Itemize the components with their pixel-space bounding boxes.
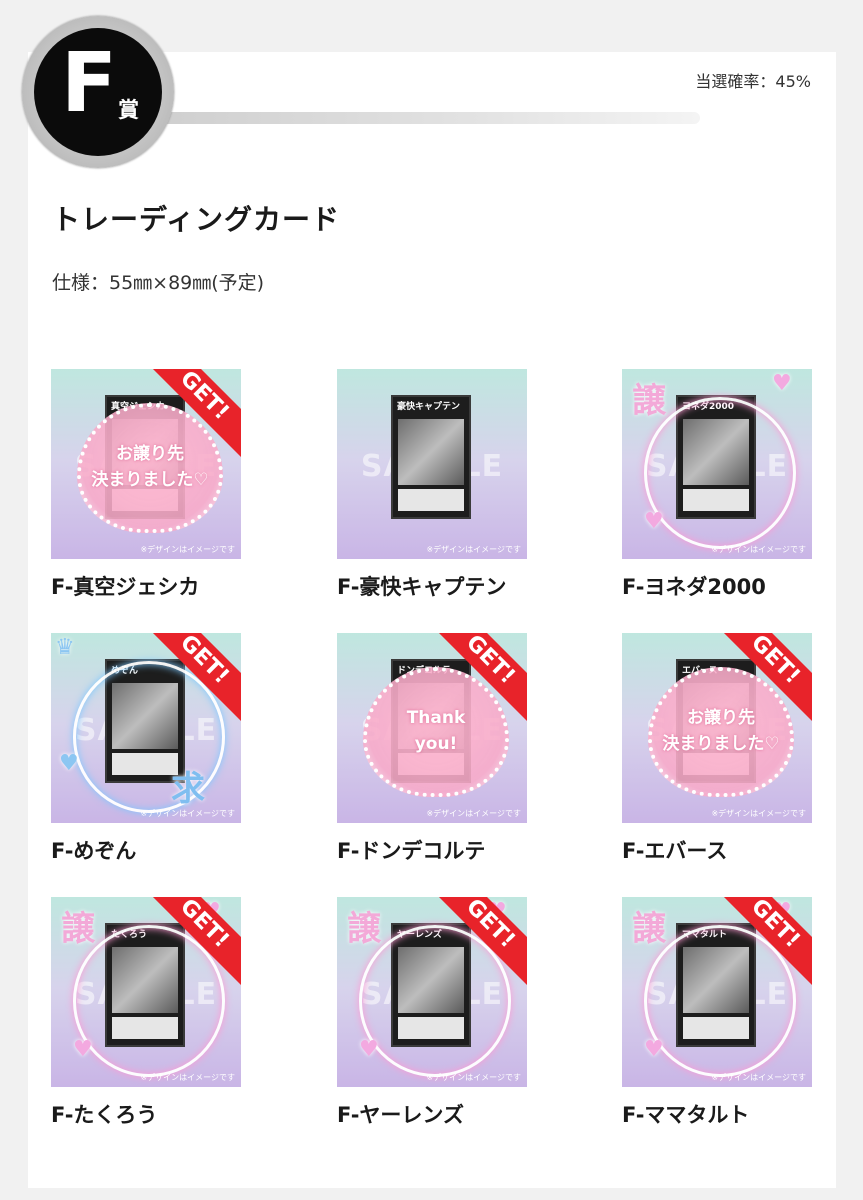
design-note: ※デザインはイメージです [426,545,521,554]
design-note: ※デザインはイメージです [711,1073,806,1082]
card-thumbnail[interactable]: SAMPLE豪快キャプテン※デザインはイメージです [337,369,527,559]
card-label: F-たくろう [51,1103,158,1127]
heart-stamp-line: お譲り先 [116,444,184,464]
trading-card-title: 豪快キャプテン [397,402,461,412]
card-label: F-エバース [622,839,728,863]
card-label: F-ヨネダ2000 [622,575,766,599]
heart-stamp-line: 決まりました♡ [662,734,780,754]
heart-stamp-line: you! [414,734,458,754]
card-label: F-ママタルト [622,1103,750,1127]
prize-suffix: 賞 [118,98,139,122]
card-thumbnail[interactable]: SAMPLEエバースお譲り先決まりました♡GET!※デザインはイメージです [622,633,812,823]
card-item[interactable]: SAMPLEヨネダ2000譲♥♥※デザインはイメージですF-ヨネダ2000 [622,369,812,601]
neon-ring [644,925,796,1077]
card-thumbnail[interactable]: SAMPLEヤーレンズ譲♥♥GET!※デザインはイメージです [337,897,527,1087]
status-kanji: 譲 [632,909,666,949]
card-label: F-豪快キャプテン [337,575,507,599]
item-title: トレーディングカード [52,203,341,236]
card-thumbnail[interactable]: SAMPLEたくろう譲♥♥GET!※デザインはイメージです [51,897,241,1087]
heart-stamp-line: お譲り先 [687,708,755,728]
card-thumbnail[interactable]: SAMPLEドンデコルテThankyou!GET!※デザインはイメージです [337,633,527,823]
card-label: F-真空ジェシカ [51,575,200,599]
design-note: ※デザインはイメージです [140,1073,235,1082]
heart-icon: ♥ [59,751,79,776]
design-note: ※デザインはイメージです [140,545,235,554]
card-thumbnail[interactable]: SAMPLEヨネダ2000譲♥♥※デザインはイメージです [622,369,812,559]
prize-letter: F [60,36,117,131]
trading-card-info [398,489,464,511]
design-note: ※デザインはイメージです [426,1073,521,1082]
heart-stamp: お譲り先決まりました♡ [648,667,794,797]
win-rate: 当選確率：45% [695,72,811,91]
trading-card-photo [398,419,464,485]
header-rule [156,112,700,124]
heart-stamp: お譲り先決まりました♡ [77,403,223,533]
prize-badge: F 賞 [22,16,174,168]
design-note: ※デザインはイメージです [426,809,521,818]
heart-stamp-text: お譲り先決まりました♡ [81,441,219,493]
design-note: ※デザインはイメージです [711,545,806,554]
card-thumbnail[interactable]: SAMPLEめぞん求♥♥♛GET!※デザインはイメージです [51,633,241,823]
status-kanji: 譲 [347,909,381,949]
heart-icon: ♥ [359,1037,379,1062]
card-item[interactable]: SAMPLE豪快キャプテン※デザインはイメージですF-豪快キャプテン [337,369,527,601]
crown-icon: ♛ [55,635,75,660]
card-item[interactable]: SAMPLEエバースお譲り先決まりました♡GET!※デザインはイメージですF-エ… [622,633,812,865]
design-note: ※デザインはイメージです [711,809,806,818]
heart-icon: ♥ [644,509,664,534]
trading-card: 豪快キャプテン [391,395,471,519]
item-spec: 仕様：55㎜×89㎜(予定) [52,272,265,294]
card-label: F-めぞん [51,839,137,863]
heart-stamp-text: Thank you! [367,705,505,757]
card-item[interactable]: SAMPLEめぞん求♥♥♛GET!※デザインはイメージですF-めぞん [51,633,241,865]
neon-ring [73,925,225,1077]
heart-icon: ♥ [644,1037,664,1062]
status-kanji: 求 [171,769,205,809]
heart-icon: ♥ [772,371,792,396]
heart-stamp-line: 決まりました♡ [91,470,209,490]
heart-stamp-text: お譲り先決まりました♡ [652,705,790,757]
card-label: F-ヤーレンズ [337,1103,464,1127]
card-item[interactable]: SAMPLEドンデコルテThankyou!GET!※デザインはイメージですF-ド… [337,633,527,865]
status-kanji: 譲 [632,381,666,421]
card-thumbnail[interactable]: SAMPLE真空ジェシカお譲り先決まりました♡GET!※デザインはイメージです [51,369,241,559]
heart-stamp-line: Thank [406,708,466,728]
neon-ring [644,397,796,549]
design-note: ※デザインはイメージです [140,809,235,818]
heart-icon: ♥ [73,1037,93,1062]
card-label: F-ドンデコルテ [337,839,486,863]
card-item[interactable]: SAMPLEたくろう譲♥♥GET!※デザインはイメージですF-たくろう [51,897,241,1129]
neon-ring [359,925,511,1077]
prize-badge-inner: F 賞 [34,28,162,156]
heart-stamp: Thank you! [363,667,509,797]
card-item[interactable]: SAMPLEママタルト譲♥♥GET!※デザインはイメージですF-ママタルト [622,897,812,1129]
status-kanji: 譲 [61,909,95,949]
card-thumbnail[interactable]: SAMPLEママタルト譲♥♥GET!※デザインはイメージです [622,897,812,1087]
card-item[interactable]: SAMPLE真空ジェシカお譲り先決まりました♡GET!※デザインはイメージですF… [51,369,241,601]
card-item[interactable]: SAMPLEヤーレンズ譲♥♥GET!※デザインはイメージですF-ヤーレンズ [337,897,527,1129]
